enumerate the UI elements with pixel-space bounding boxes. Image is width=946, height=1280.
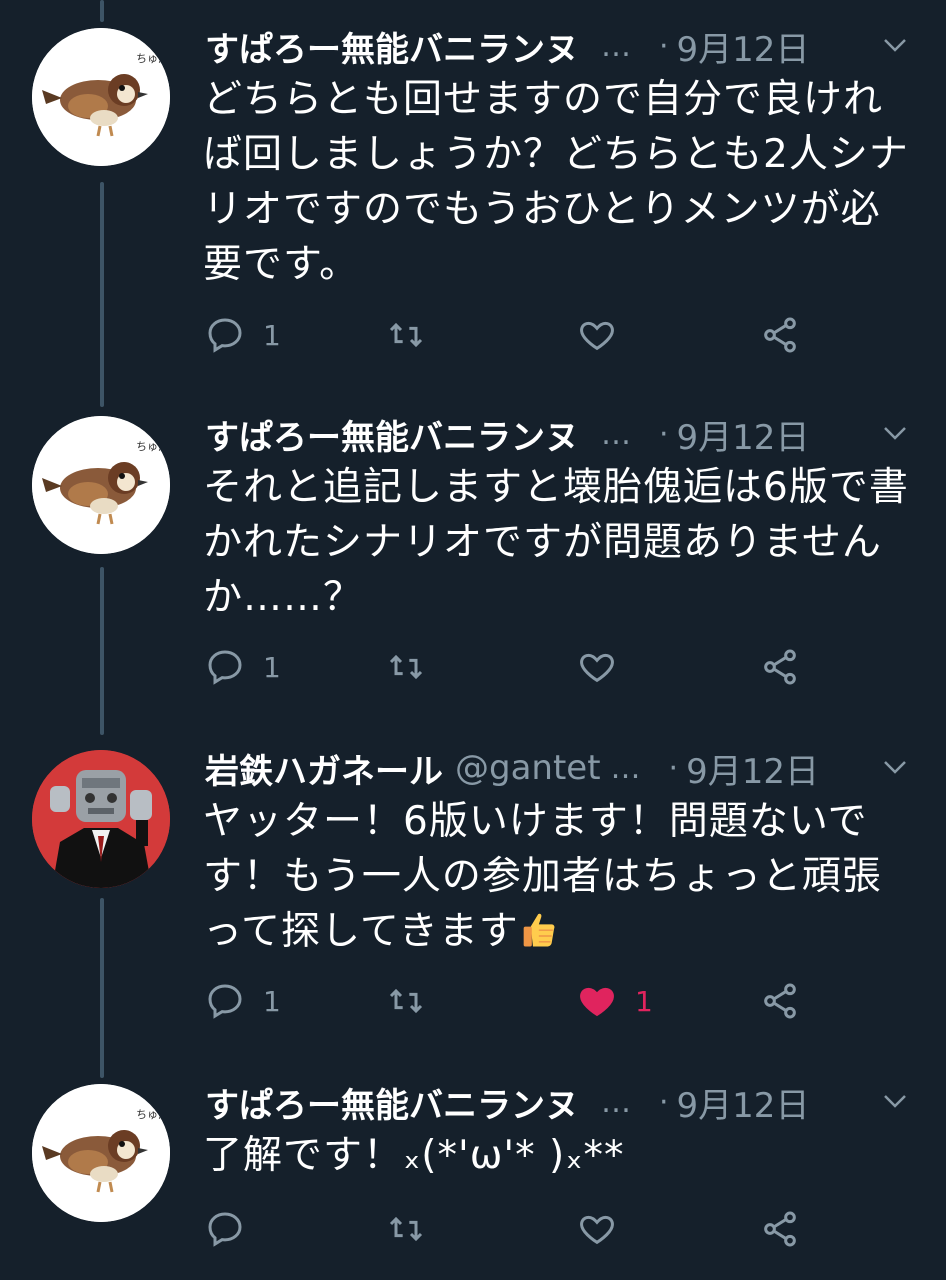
share-icon [764, 983, 796, 1019]
share-icon [764, 1211, 796, 1247]
tweet-header: すぱろー無能バニランヌ … · 9月12日 [205, 410, 916, 458]
separator-dot: · [659, 416, 669, 452]
tweet-date[interactable]: 9月12日 [677, 410, 810, 459]
tweet[interactable]: ちゅん すぱろー無能バニランヌ … · 9月12日 どちらとも回せますので自分で… [0, 22, 946, 362]
display-name[interactable]: すぱろー無能バニランヌ [205, 410, 579, 459]
sparrow-avatar-image: ちゅん [32, 416, 170, 554]
retweet-button[interactable] [386, 1204, 444, 1254]
tweet-header: すぱろー無能バニランヌ … · 9月12日 [205, 1078, 916, 1126]
truncation-ellipsis: … [610, 750, 641, 786]
tweet-date[interactable]: 9月12日 [686, 744, 819, 793]
tweet-text: それと追記しますと壊胎傀逅は6版で書かれたシナリオですが問題ありませんか……？ [203, 465, 909, 620]
tweet-actions [203, 1204, 823, 1254]
retweet-icon [389, 322, 423, 348]
tweet-date[interactable]: 9月12日 [677, 22, 810, 71]
reply-icon [208, 318, 242, 353]
display-name[interactable]: 岩鉄ハガネール [205, 744, 443, 793]
tweet-actions: 1 [203, 642, 823, 692]
chevron-down-icon[interactable] [880, 752, 910, 782]
tweet-text: どちらとも回せますので自分で良ければ回しましょうか？どちらとも2人シナリオですの… [203, 77, 909, 287]
like-button[interactable]: 1 [577, 976, 653, 1026]
retweet-icon [389, 988, 423, 1014]
share-button[interactable] [760, 642, 800, 692]
robot-avatar-image [32, 750, 170, 888]
avatar[interactable]: ちゅん [32, 28, 170, 166]
chevron-down-icon[interactable] [880, 418, 910, 448]
reply-button[interactable] [205, 1204, 263, 1254]
reply-button[interactable]: 1 [205, 310, 281, 360]
truncation-ellipsis: … [601, 416, 631, 452]
avatar[interactable]: ちゅん [32, 416, 170, 554]
like-icon [580, 321, 614, 351]
reply-button[interactable]: 1 [205, 976, 281, 1026]
display-name[interactable]: すぱろー無能バニランヌ [205, 1078, 579, 1127]
retweet-icon [389, 654, 423, 680]
svg-text:ちゅん: ちゅん [136, 440, 169, 453]
share-button[interactable] [760, 976, 800, 1026]
like-button[interactable] [577, 1204, 635, 1254]
sparrow-avatar-image: ちゅん [32, 28, 170, 166]
reply-icon [208, 1212, 242, 1247]
tweet-text-container: ヤッター！6版いけます！問題ないです！もう一人の参加者はちょっと頑張って探してき… [203, 794, 910, 959]
chevron-down-icon[interactable] [880, 30, 910, 60]
user-handle[interactable]: @gantet [455, 748, 601, 788]
like-button[interactable] [577, 310, 635, 360]
separator-dot: · [659, 1084, 669, 1120]
like-button[interactable] [577, 642, 635, 692]
tweet-actions: 1 [203, 310, 823, 360]
tweet[interactable]: ちゅん すぱろー無能バニランヌ … · 9月12日 了解です！ₓ(*'ω'* )… [0, 1078, 946, 1280]
truncation-ellipsis: … [601, 28, 631, 64]
tweet[interactable]: 岩鉄ハガネール @gantet … · 9月12日 ヤッター！6版いけます！問題… [0, 744, 946, 1044]
reply-count: 1 [263, 650, 281, 684]
svg-text:ちゅん: ちゅん [136, 52, 169, 65]
tweet[interactable]: ちゅん すぱろー無能バニランヌ … · 9月12日 それと追記しますと壊胎傀逅は… [0, 410, 946, 710]
like-icon [580, 653, 614, 683]
reply-button[interactable]: 1 [205, 642, 281, 692]
separator-dot: · [659, 28, 669, 64]
tweet-header: 岩鉄ハガネール @gantet … · 9月12日 [205, 744, 916, 792]
avatar[interactable] [32, 750, 170, 888]
separator-dot: · [668, 750, 679, 786]
tweet-text: 了解です！ₓ(*'ω'* )ₓ** [203, 1133, 625, 1178]
share-icon [764, 317, 796, 353]
share-icon [764, 649, 796, 685]
retweet-button[interactable] [386, 976, 444, 1026]
thread-line [100, 0, 104, 22]
retweet-button[interactable] [386, 310, 444, 360]
tweet-header: すぱろー無能バニランヌ … · 9月12日 [205, 22, 916, 70]
sparrow-avatar-image: ちゅん [32, 1084, 170, 1222]
like-icon-filled [580, 987, 614, 1017]
reply-icon [208, 650, 242, 685]
share-button[interactable] [760, 310, 800, 360]
thumbs-up-emoji [523, 913, 555, 947]
svg-text:ちゅん: ちゅん [136, 1108, 169, 1121]
tweet-date[interactable]: 9月12日 [677, 1078, 810, 1127]
display-name[interactable]: すぱろー無能バニランヌ [205, 22, 579, 71]
reply-count: 1 [263, 318, 281, 352]
reply-icon [208, 984, 242, 1019]
tweet-actions: 1 1 [203, 976, 823, 1026]
retweet-button[interactable] [386, 642, 444, 692]
like-icon [580, 1215, 614, 1245]
truncation-ellipsis: … [601, 1084, 631, 1120]
chevron-down-icon[interactable] [880, 1086, 910, 1116]
retweet-icon [389, 1216, 423, 1242]
avatar[interactable]: ちゅん [32, 1084, 170, 1222]
reply-count: 1 [263, 984, 281, 1018]
like-count: 1 [635, 984, 653, 1018]
share-button[interactable] [760, 1204, 800, 1254]
